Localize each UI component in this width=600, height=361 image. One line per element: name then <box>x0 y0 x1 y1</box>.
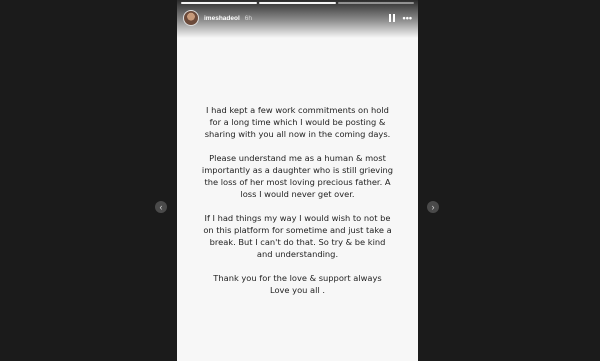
message-line: sharing with you all now in the coming d… <box>204 129 391 139</box>
progress-segment <box>259 2 336 4</box>
message-paragraph: I had kept a few work commitments on hol… <box>177 104 418 140</box>
message-line: I had kept a few work commitments on hol… <box>206 105 389 115</box>
story-header-overlay: imeshadeol 6h ••• <box>177 0 418 38</box>
pause-icon[interactable] <box>388 8 395 28</box>
previous-story-button[interactable]: ‹ <box>155 201 167 213</box>
message-paragraph: Please understand me as a human & most im… <box>177 152 418 200</box>
avatar[interactable] <box>183 10 199 26</box>
chevron-left-icon: ‹ <box>159 202 163 212</box>
message-line: Thank you for the love & support always <box>213 273 382 283</box>
next-story-button[interactable]: › <box>427 201 439 213</box>
message-line: Please understand me as a human & most <box>209 153 386 163</box>
message-line: break. But I can't do that. So try & be … <box>209 237 386 247</box>
message-line: and understanding. <box>256 249 339 259</box>
progress-segment <box>337 2 414 4</box>
message-line: importantly as a daughter who is still g… <box>201 165 394 175</box>
chevron-right-icon: › <box>431 202 435 212</box>
message-line: Love you all . <box>269 285 326 295</box>
story-viewer: ‹ › imeshadeol 6h ••• I had kept a few w… <box>0 0 600 361</box>
story-text: I had kept a few work commitments on hol… <box>177 104 418 308</box>
username[interactable]: imeshadeol <box>204 15 240 22</box>
progress-segment <box>181 2 258 4</box>
story-header: imeshadeol 6h ••• <box>183 8 412 28</box>
message-paragraph: If I had things my way I would wish to n… <box>177 212 418 260</box>
message-line: If I had things my way I would wish to n… <box>204 213 391 223</box>
message-line: for a long time which I would be posting… <box>209 117 386 127</box>
message-paragraph: Thank you for the love & support always L… <box>177 272 418 296</box>
message-line: the loss of her most loving precious fat… <box>204 177 391 187</box>
more-options-icon[interactable]: ••• <box>403 8 412 28</box>
story-card[interactable]: imeshadeol 6h ••• I had kept a few work … <box>177 0 418 361</box>
story-progress <box>181 2 414 4</box>
timestamp: 6h <box>244 14 252 22</box>
message-line: loss I would never get over. <box>240 189 355 199</box>
message-line: on this platform for sometime and just t… <box>203 225 392 235</box>
